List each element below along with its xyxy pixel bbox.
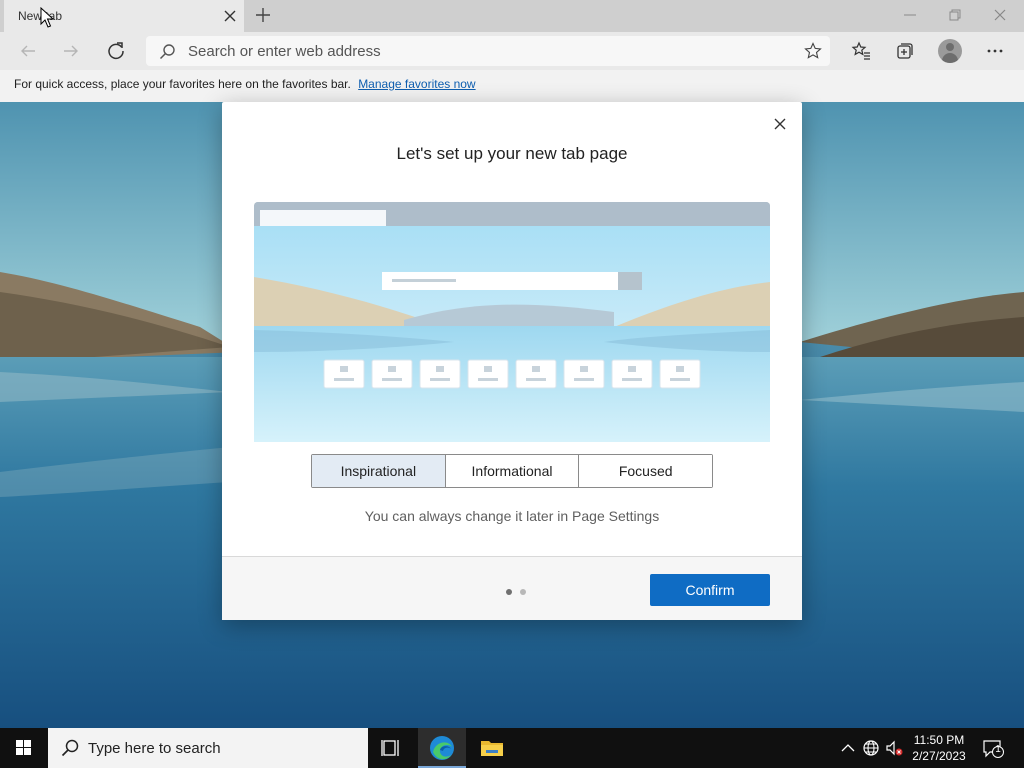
clock-date: 2/27/2023	[912, 749, 966, 763]
network-globe-icon[interactable]	[861, 738, 881, 758]
mouse-cursor-icon	[40, 7, 54, 28]
forward-icon[interactable]	[61, 41, 81, 61]
dialog-title: Let's set up your new tab page	[396, 144, 628, 163]
system-clock[interactable]: 11:50 PM 2/27/2023	[906, 732, 972, 764]
layout-preview-image	[254, 202, 770, 442]
favorites-bar-message: For quick access, place your favorites h…	[14, 77, 351, 91]
back-icon[interactable]	[18, 41, 38, 61]
taskbar-search-input[interactable]: Type here to search	[88, 740, 221, 757]
action-center-button[interactable]: 1	[982, 738, 1004, 758]
show-hidden-icons-chevron-icon[interactable]	[838, 738, 858, 758]
manage-favorites-link[interactable]: Manage favorites now	[358, 77, 475, 91]
taskbar-search-box[interactable]: Type here to search	[48, 728, 368, 768]
dialog-close-icon[interactable]	[772, 116, 788, 132]
address-input[interactable]: Search or enter web address	[188, 43, 381, 60]
option-focused[interactable]: Focused	[579, 455, 713, 487]
confirm-button[interactable]: Confirm	[650, 574, 770, 606]
task-view-icon[interactable]	[368, 728, 416, 768]
page-indicator-dot-active	[506, 589, 512, 595]
profile-avatar-icon[interactable]	[938, 39, 962, 63]
close-tab-icon[interactable]	[222, 8, 238, 24]
edge-taskbar-button[interactable]	[418, 728, 466, 768]
restore-icon[interactable]	[945, 6, 965, 24]
clock-time: 11:50 PM	[913, 733, 965, 747]
volume-muted-icon[interactable]	[884, 738, 904, 758]
windows-taskbar: Type here to search 11:50 PM 2/27/2023 1	[0, 728, 1024, 768]
inspirational-layout-illustration	[254, 202, 770, 442]
notification-count-badge: 1	[995, 744, 1001, 755]
minimize-icon[interactable]	[900, 6, 920, 24]
add-favorite-star-icon[interactable]	[804, 42, 822, 60]
favorites-icon[interactable]	[851, 41, 871, 61]
address-bar[interactable]: Search or enter web address	[146, 36, 830, 66]
layout-option-selector: Inspirational Informational Focused	[311, 454, 713, 488]
option-informational[interactable]: Informational	[445, 455, 580, 487]
close-window-icon[interactable]	[990, 6, 1010, 24]
search-icon	[61, 739, 79, 757]
page-indicator-dot	[520, 589, 526, 595]
file-explorer-icon[interactable]	[468, 728, 516, 768]
settings-more-icon[interactable]	[985, 41, 1005, 61]
collections-icon[interactable]	[895, 41, 915, 61]
new-tab-icon[interactable]	[254, 6, 272, 24]
search-icon	[159, 44, 175, 60]
edge-browser-icon	[430, 736, 454, 760]
windows-start-icon[interactable]	[0, 728, 48, 768]
refresh-icon[interactable]	[106, 41, 126, 61]
navigation-toolbar: Search or enter web address	[0, 32, 1024, 70]
option-inspirational[interactable]: Inspirational	[312, 455, 446, 487]
title-bar: New tab	[0, 0, 1024, 32]
favorites-bar: For quick access, place your favorites h…	[0, 70, 1024, 102]
dialog-footer: Confirm	[222, 556, 802, 620]
new-tab-setup-dialog: Let's set up your new tab page Inspirati…	[222, 102, 802, 620]
settings-hint-text: You can always change it later in Page S…	[364, 508, 660, 524]
